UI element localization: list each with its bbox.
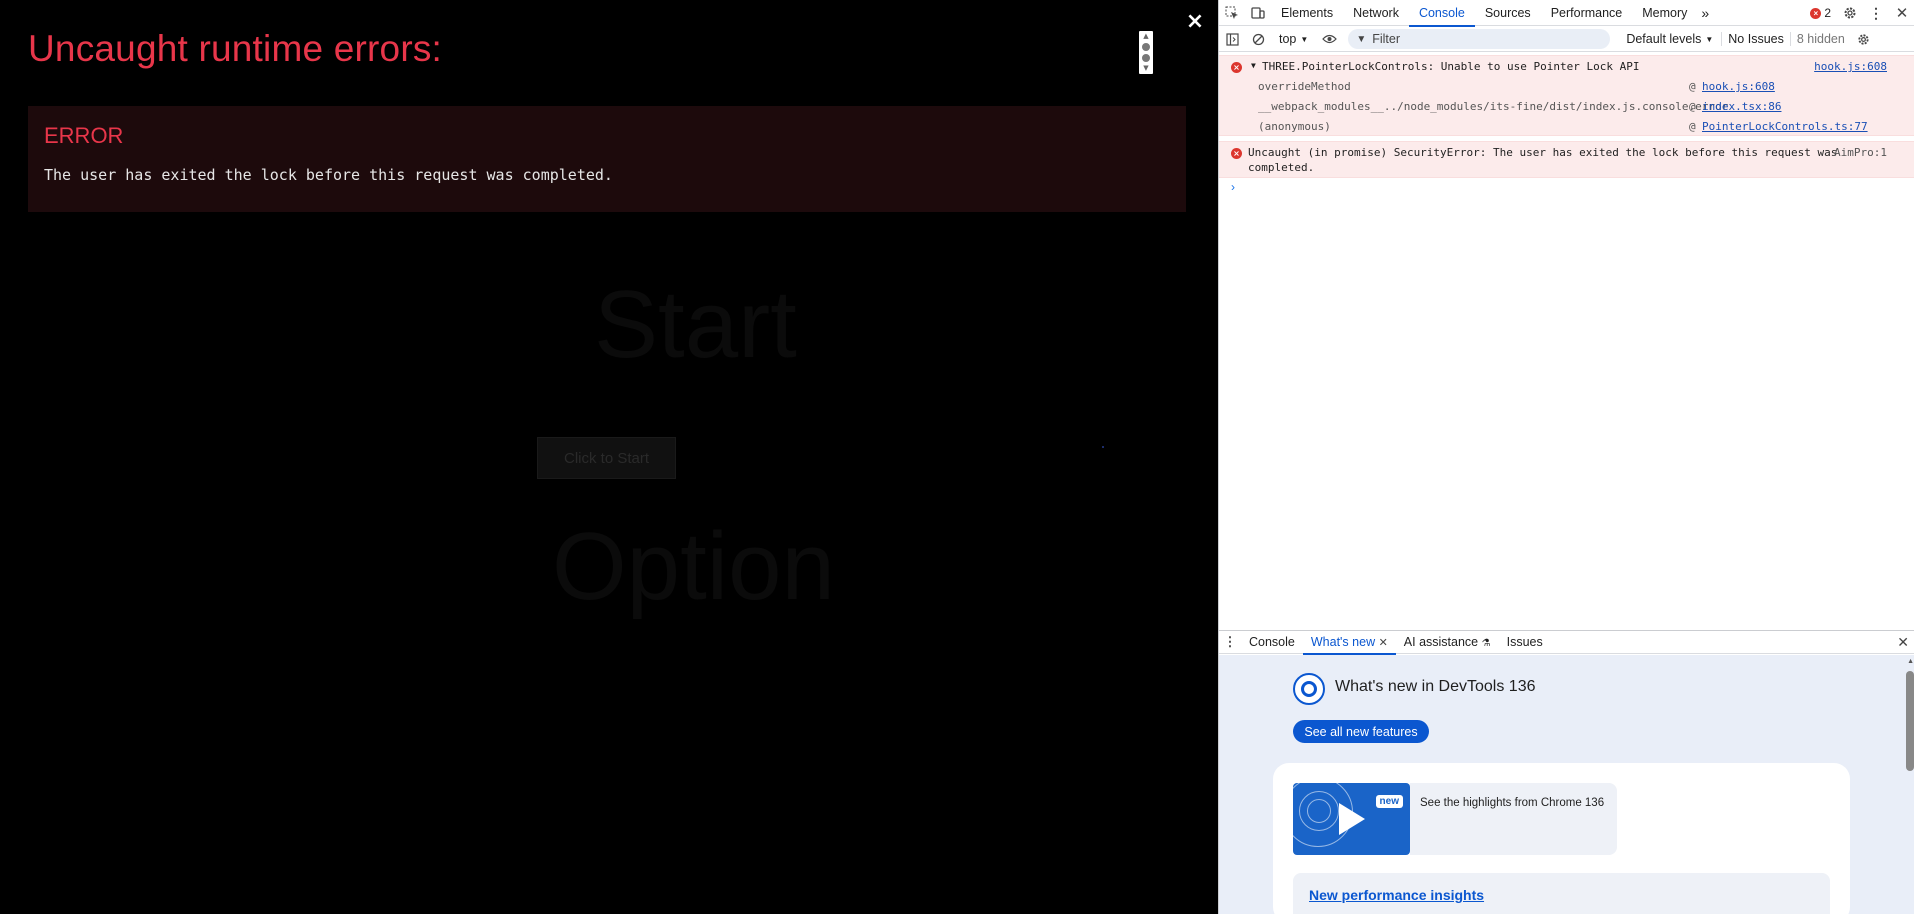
- close-drawer-icon[interactable]: ✕: [1897, 634, 1909, 651]
- message-text-line2: completed.: [1248, 161, 1315, 174]
- overlay-close-button[interactable]: ×: [1185, 8, 1205, 34]
- stack-frame-link[interactable]: index.tsx:86: [1702, 100, 1781, 113]
- console-prompt[interactable]: ›: [1231, 180, 1235, 194]
- stack-at: @: [1689, 100, 1696, 113]
- kebab-menu-icon[interactable]: ⋮: [1863, 0, 1889, 26]
- perf-insights-link[interactable]: New performance insights: [1309, 887, 1484, 903]
- settings-gear-icon[interactable]: [1837, 0, 1863, 26]
- chrome-devtools-logo-icon: [1293, 673, 1325, 705]
- highlight-panel: See the highlights from Chrome 136: [1410, 783, 1617, 855]
- tab-elements[interactable]: Elements: [1271, 0, 1343, 26]
- message-text: THREE.PointerLockControls: Unable to use…: [1262, 60, 1640, 73]
- overlay-scrollbar[interactable]: ▲ ▼: [1139, 31, 1153, 74]
- close-devtools-icon[interactable]: ✕: [1889, 0, 1914, 26]
- overlay-title: Uncaught runtime errors:: [28, 28, 443, 69]
- more-tabs-icon[interactable]: »: [1697, 0, 1713, 26]
- filter-input[interactable]: ▼ Filter: [1348, 29, 1611, 49]
- drawer-tabs: ⋮ Console What's new ✕ AI assistance ⚗ I…: [1219, 629, 1914, 655]
- issues-counter[interactable]: No Issues: [1721, 32, 1790, 46]
- message-text: Uncaught (in promise) SecurityError: The…: [1248, 146, 1838, 159]
- tab-network[interactable]: Network: [1343, 0, 1409, 26]
- drawer-tab-ai-assistance[interactable]: AI assistance ⚗: [1396, 631, 1499, 654]
- context-value: top: [1279, 32, 1297, 46]
- stack-frame-fn: overrideMethod: [1258, 80, 1351, 93]
- drawer-tab-whats-new[interactable]: What's new ✕: [1302, 631, 1396, 655]
- click-to-start-button[interactable]: Click to Start: [537, 437, 676, 479]
- sidebar-toggle-icon[interactable]: [1219, 26, 1245, 52]
- console-settings-gear-icon[interactable]: [1851, 26, 1877, 52]
- video-thumbnail[interactable]: new: [1293, 783, 1410, 855]
- whats-new-scrollbar[interactable]: [1906, 671, 1914, 771]
- tab-memory[interactable]: Memory: [1632, 0, 1697, 26]
- highlight-text[interactable]: See the highlights from Chrome 136: [1420, 797, 1604, 809]
- perf-insights-panel: New performance insights: [1293, 873, 1830, 914]
- error-icon: ×: [1231, 62, 1242, 73]
- chevron-down-icon: ▼: [1705, 34, 1714, 44]
- flask-icon: ⚗: [1481, 637, 1491, 649]
- filter-placeholder: Filter: [1372, 32, 1400, 46]
- scroll-thumb-2[interactable]: [1142, 54, 1150, 62]
- error-message: The user has exited the lock before this…: [44, 166, 613, 184]
- tab-console[interactable]: Console: [1408, 0, 1475, 27]
- console-output: × ▼ THREE.PointerLockControls: Unable to…: [1219, 53, 1914, 629]
- scroll-down-icon[interactable]: ▼: [1143, 65, 1148, 72]
- context-select[interactable]: top ▼: [1271, 27, 1316, 52]
- error-count: 2: [1824, 6, 1831, 20]
- console-message-error[interactable]: × ▼ THREE.PointerLockControls: Unable to…: [1219, 55, 1914, 136]
- scroll-up-icon[interactable]: ▲: [1907, 658, 1914, 665]
- console-message-error[interactable]: × Uncaught (in promise) SecurityError: T…: [1219, 141, 1914, 178]
- error-icon: ×: [1810, 7, 1822, 19]
- app-viewport: Start Click to Start Option Uncaught run…: [0, 0, 1218, 914]
- drawer-tab-issues[interactable]: Issues: [1499, 631, 1551, 654]
- chevron-down-icon: ▼: [1300, 34, 1309, 44]
- background-dot: [1102, 446, 1104, 448]
- expand-arrow-icon[interactable]: ▼: [1251, 61, 1256, 70]
- drawer-tab-console[interactable]: Console: [1241, 631, 1303, 654]
- message-source-link[interactable]: hook.js:608: [1814, 60, 1887, 73]
- stack-at: @: [1689, 120, 1696, 133]
- error-counter[interactable]: × 2: [1804, 6, 1837, 20]
- error-icon: ×: [1231, 148, 1242, 159]
- whats-new-panel: What's new in DevTools 136 See all new f…: [1219, 655, 1914, 914]
- play-icon[interactable]: [1339, 803, 1365, 835]
- inspect-element-icon[interactable]: [1219, 0, 1245, 26]
- filter-icon: ▼: [1356, 33, 1367, 45]
- drawer-tab-label: What's new: [1310, 634, 1376, 649]
- stack-frame-fn: (anonymous): [1258, 120, 1331, 133]
- scroll-thumb[interactable]: [1142, 43, 1150, 51]
- device-toggle-icon[interactable]: [1245, 0, 1271, 26]
- close-tab-icon[interactable]: ✕: [1379, 637, 1388, 649]
- devtools-main-tabs: Elements Network Console Sources Perform…: [1219, 0, 1914, 27]
- clear-console-icon[interactable]: [1245, 26, 1271, 52]
- scroll-up-icon[interactable]: ▲: [1143, 33, 1148, 40]
- background-option-heading: Option: [552, 513, 835, 620]
- see-all-features-button[interactable]: See all new features: [1293, 720, 1429, 743]
- live-expression-eye-icon[interactable]: [1316, 26, 1342, 52]
- highlights-card: new See the highlights from Chrome 136 N…: [1273, 763, 1850, 914]
- new-badge: new: [1375, 795, 1403, 808]
- message-source[interactable]: AimPro:1: [1834, 146, 1887, 159]
- log-levels-label: Default levels: [1626, 32, 1702, 46]
- drawer-tab-label: AI assistance: [1403, 634, 1479, 649]
- stack-frame-link[interactable]: PointerLockControls.ts:77: [1702, 120, 1868, 133]
- devtools-panel: Elements Network Console Sources Perform…: [1218, 0, 1914, 914]
- stack-frame-fn: __webpack_modules__../node_modules/its-f…: [1258, 100, 1729, 113]
- tab-performance[interactable]: Performance: [1541, 0, 1633, 26]
- hidden-count: 8 hidden: [1789, 32, 1851, 46]
- whats-new-title: What's new in DevTools 136: [1335, 678, 1536, 695]
- console-toolbar: top ▼ ▼ Filter Default levels ▼ No Issue…: [1219, 27, 1914, 52]
- log-levels-select[interactable]: Default levels ▼: [1620, 32, 1719, 46]
- drawer-menu-icon[interactable]: ⋮: [1219, 629, 1241, 655]
- background-start-heading: Start: [594, 271, 797, 378]
- stack-frame-link[interactable]: hook.js:608: [1702, 80, 1775, 93]
- tab-sources[interactable]: Sources: [1475, 0, 1541, 26]
- error-heading: ERROR: [44, 123, 124, 148]
- error-box: ERROR The user has exited the lock befor…: [28, 106, 1186, 212]
- stack-at: @: [1689, 80, 1696, 93]
